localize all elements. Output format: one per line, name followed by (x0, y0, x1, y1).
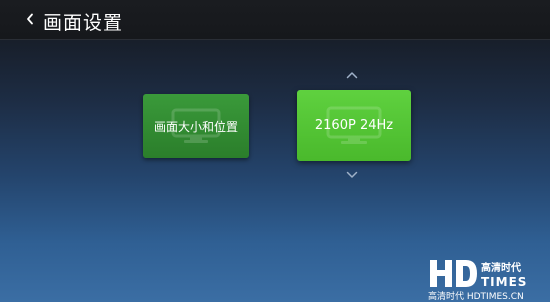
chevron-up-icon (346, 72, 358, 79)
resolution-down-arrow[interactable] (344, 170, 360, 180)
picture-size-position-tile[interactable]: 画面大小和位置 (143, 94, 249, 158)
resolution-up-arrow[interactable] (344, 70, 360, 80)
tile-label: 画面大小和位置 (153, 119, 238, 134)
back-button[interactable] (22, 10, 38, 28)
hdtimes-logo: 高清时代 TIMES (430, 260, 527, 289)
page-title: 画面设置 (43, 12, 124, 34)
chevron-left-icon (27, 13, 33, 25)
watermark: 高清时代 TIMES 高清时代 HDTIMES.CN (428, 256, 544, 302)
resolution-tile[interactable]: 2160P 24Hz (297, 90, 411, 161)
watermark-caption: 高清时代 HDTIMES.CN (428, 292, 524, 302)
tile-label: 2160P 24Hz (314, 118, 394, 133)
top-bar: 画面设置 (0, 0, 550, 40)
svg-text:TIMES: TIMES (481, 275, 527, 289)
svg-text:高清时代: 高清时代 (481, 261, 521, 274)
chevron-down-icon (346, 171, 358, 178)
